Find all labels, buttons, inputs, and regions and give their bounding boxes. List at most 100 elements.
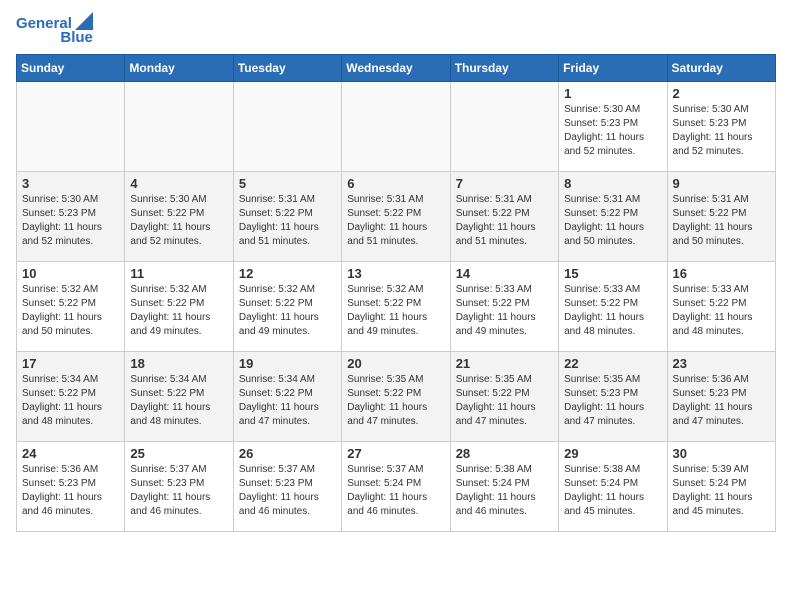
weekday-header-saturday: Saturday <box>667 55 775 82</box>
day-info: Sunrise: 5:31 AMSunset: 5:22 PMDaylight:… <box>673 193 770 249</box>
day-number: 14 <box>456 266 553 281</box>
day-info: Sunrise: 5:31 AMSunset: 5:22 PMDaylight:… <box>564 193 661 249</box>
day-info: Sunrise: 5:36 AMSunset: 5:23 PMDaylight:… <box>673 373 770 429</box>
day-info: Sunrise: 5:32 AMSunset: 5:22 PMDaylight:… <box>22 283 119 339</box>
calendar-cell: 17 Sunrise: 5:34 AMSunset: 5:22 PMDayligh… <box>17 352 125 442</box>
calendar-cell: 7Sunrise: 5:31 AMSunset: 5:22 PMDaylight… <box>450 172 558 262</box>
weekday-header-thursday: Thursday <box>450 55 558 82</box>
calendar-cell: 3Sunrise: 5:30 AMSunset: 5:23 PMDaylight… <box>17 172 125 262</box>
day-info: Sunrise: 5:33 AMSunset: 5:22 PMDaylight:… <box>456 283 553 339</box>
calendar-cell: 12 Sunrise: 5:32 AMSunset: 5:22 PMDayligh… <box>233 262 341 352</box>
day-info: Sunrise: 5:37 AMSunset: 5:23 PMDaylight:… <box>239 463 336 519</box>
calendar-cell: 15 Sunrise: 5:33 AMSunset: 5:22 PMDayligh… <box>559 262 667 352</box>
day-info: Sunrise: 5:34 AMSunset: 5:22 PMDaylight:… <box>22 373 119 429</box>
calendar-cell: 18 Sunrise: 5:34 AMSunset: 5:22 PMDayligh… <box>125 352 233 442</box>
day-info: Sunrise: 5:39 AMSunset: 5:24 PMDaylight:… <box>673 463 770 519</box>
calendar-cell: 10 Sunrise: 5:32 AMSunset: 5:22 PMDayligh… <box>17 262 125 352</box>
day-number: 10 <box>22 266 119 281</box>
day-number: 9 <box>673 176 770 191</box>
calendar-cell: 1 Sunrise: 5:30 AMSunset: 5:23 PMDaylight… <box>559 82 667 172</box>
day-number: 3 <box>22 176 119 191</box>
day-number: 2 <box>673 86 770 101</box>
day-number: 12 <box>239 266 336 281</box>
calendar-table: SundayMondayTuesdayWednesdayThursdayFrid… <box>16 54 776 532</box>
calendar-cell: 21 Sunrise: 5:35 AMSunset: 5:22 PMDayligh… <box>450 352 558 442</box>
calendar-cell <box>342 82 450 172</box>
logo-triangle-icon <box>75 12 93 30</box>
day-info: Sunrise: 5:31 AMSunset: 5:22 PMDaylight:… <box>239 193 336 249</box>
day-info: Sunrise: 5:38 AMSunset: 5:24 PMDaylight:… <box>456 463 553 519</box>
day-number: 1 <box>564 86 661 101</box>
calendar-header-row: SundayMondayTuesdayWednesdayThursdayFrid… <box>17 55 776 82</box>
calendar-cell: 11 Sunrise: 5:32 AMSunset: 5:22 PMDayligh… <box>125 262 233 352</box>
calendar-week-row: 17 Sunrise: 5:34 AMSunset: 5:22 PMDayligh… <box>17 352 776 442</box>
day-number: 15 <box>564 266 661 281</box>
day-info: Sunrise: 5:30 AMSunset: 5:23 PMDaylight:… <box>673 103 770 159</box>
day-info: Sunrise: 5:35 AMSunset: 5:22 PMDaylight:… <box>456 373 553 429</box>
day-info: Sunrise: 5:33 AMSunset: 5:22 PMDaylight:… <box>673 283 770 339</box>
day-info: Sunrise: 5:33 AMSunset: 5:22 PMDaylight:… <box>564 283 661 339</box>
day-number: 8 <box>564 176 661 191</box>
day-number: 21 <box>456 356 553 371</box>
day-info: Sunrise: 5:32 AMSunset: 5:22 PMDaylight:… <box>239 283 336 339</box>
day-info: Sunrise: 5:32 AMSunset: 5:22 PMDaylight:… <box>347 283 444 339</box>
day-number: 26 <box>239 446 336 461</box>
calendar-cell: 8 Sunrise: 5:31 AMSunset: 5:22 PMDaylight… <box>559 172 667 262</box>
day-info: Sunrise: 5:37 AMSunset: 5:24 PMDaylight:… <box>347 463 444 519</box>
day-info: Sunrise: 5:38 AMSunset: 5:24 PMDaylight:… <box>564 463 661 519</box>
day-info: Sunrise: 5:32 AMSunset: 5:22 PMDaylight:… <box>130 283 227 339</box>
day-info: Sunrise: 5:36 AMSunset: 5:23 PMDaylight:… <box>22 463 119 519</box>
day-info: Sunrise: 5:35 AMSunset: 5:23 PMDaylight:… <box>564 373 661 429</box>
day-number: 16 <box>673 266 770 281</box>
weekday-header-sunday: Sunday <box>17 55 125 82</box>
calendar-cell: 23Sunrise: 5:36 AMSunset: 5:23 PMDayligh… <box>667 352 775 442</box>
day-info: Sunrise: 5:30 AMSunset: 5:23 PMDaylight:… <box>564 103 661 159</box>
calendar-cell: 24 Sunrise: 5:36 AMSunset: 5:23 PMDayligh… <box>17 442 125 532</box>
day-number: 22 <box>564 356 661 371</box>
day-number: 5 <box>239 176 336 191</box>
page-header: General Blue <box>16 16 776 46</box>
calendar-cell: 29 Sunrise: 5:38 AMSunset: 5:24 PMDayligh… <box>559 442 667 532</box>
calendar-cell: 16 Sunrise: 5:33 AMSunset: 5:22 PMDayligh… <box>667 262 775 352</box>
day-number: 25 <box>130 446 227 461</box>
day-info: Sunrise: 5:30 AMSunset: 5:22 PMDaylight:… <box>130 193 227 249</box>
day-number: 28 <box>456 446 553 461</box>
calendar-week-row: 3Sunrise: 5:30 AMSunset: 5:23 PMDaylight… <box>17 172 776 262</box>
day-number: 27 <box>347 446 444 461</box>
day-info: Sunrise: 5:34 AMSunset: 5:22 PMDaylight:… <box>130 373 227 429</box>
calendar-week-row: 1 Sunrise: 5:30 AMSunset: 5:23 PMDaylight… <box>17 82 776 172</box>
day-info: Sunrise: 5:31 AMSunset: 5:22 PMDaylight:… <box>456 193 553 249</box>
calendar-cell: 14 Sunrise: 5:33 AMSunset: 5:22 PMDayligh… <box>450 262 558 352</box>
day-number: 11 <box>130 266 227 281</box>
day-number: 18 <box>130 356 227 371</box>
logo: General Blue <box>16 16 93 46</box>
day-info: Sunrise: 5:37 AMSunset: 5:23 PMDaylight:… <box>130 463 227 519</box>
calendar-cell: 30 Sunrise: 5:39 AMSunset: 5:24 PMDayligh… <box>667 442 775 532</box>
day-info: Sunrise: 5:34 AMSunset: 5:22 PMDaylight:… <box>239 373 336 429</box>
weekday-header-monday: Monday <box>125 55 233 82</box>
calendar-cell: 2 Sunrise: 5:30 AMSunset: 5:23 PMDaylight… <box>667 82 775 172</box>
calendar-week-row: 10 Sunrise: 5:32 AMSunset: 5:22 PMDayligh… <box>17 262 776 352</box>
calendar-cell: 26 Sunrise: 5:37 AMSunset: 5:23 PMDayligh… <box>233 442 341 532</box>
day-number: 17 <box>22 356 119 371</box>
day-number: 24 <box>22 446 119 461</box>
day-number: 4 <box>130 176 227 191</box>
calendar-cell: 9 Sunrise: 5:31 AMSunset: 5:22 PMDaylight… <box>667 172 775 262</box>
day-number: 30 <box>673 446 770 461</box>
calendar-cell: 4 Sunrise: 5:30 AMSunset: 5:22 PMDaylight… <box>125 172 233 262</box>
calendar-cell: 20 Sunrise: 5:35 AMSunset: 5:22 PMDayligh… <box>342 352 450 442</box>
day-number: 20 <box>347 356 444 371</box>
calendar-cell: 22 Sunrise: 5:35 AMSunset: 5:23 PMDayligh… <box>559 352 667 442</box>
calendar-cell <box>125 82 233 172</box>
weekday-header-wednesday: Wednesday <box>342 55 450 82</box>
calendar-cell: 28 Sunrise: 5:38 AMSunset: 5:24 PMDayligh… <box>450 442 558 532</box>
day-number: 19 <box>239 356 336 371</box>
day-info: Sunrise: 5:35 AMSunset: 5:22 PMDaylight:… <box>347 373 444 429</box>
day-info: Sunrise: 5:31 AMSunset: 5:22 PMDaylight:… <box>347 193 444 249</box>
calendar-cell <box>233 82 341 172</box>
weekday-header-tuesday: Tuesday <box>233 55 341 82</box>
day-number: 6 <box>347 176 444 191</box>
day-number: 29 <box>564 446 661 461</box>
calendar-week-row: 24 Sunrise: 5:36 AMSunset: 5:23 PMDayligh… <box>17 442 776 532</box>
calendar-cell: 25 Sunrise: 5:37 AMSunset: 5:23 PMDayligh… <box>125 442 233 532</box>
